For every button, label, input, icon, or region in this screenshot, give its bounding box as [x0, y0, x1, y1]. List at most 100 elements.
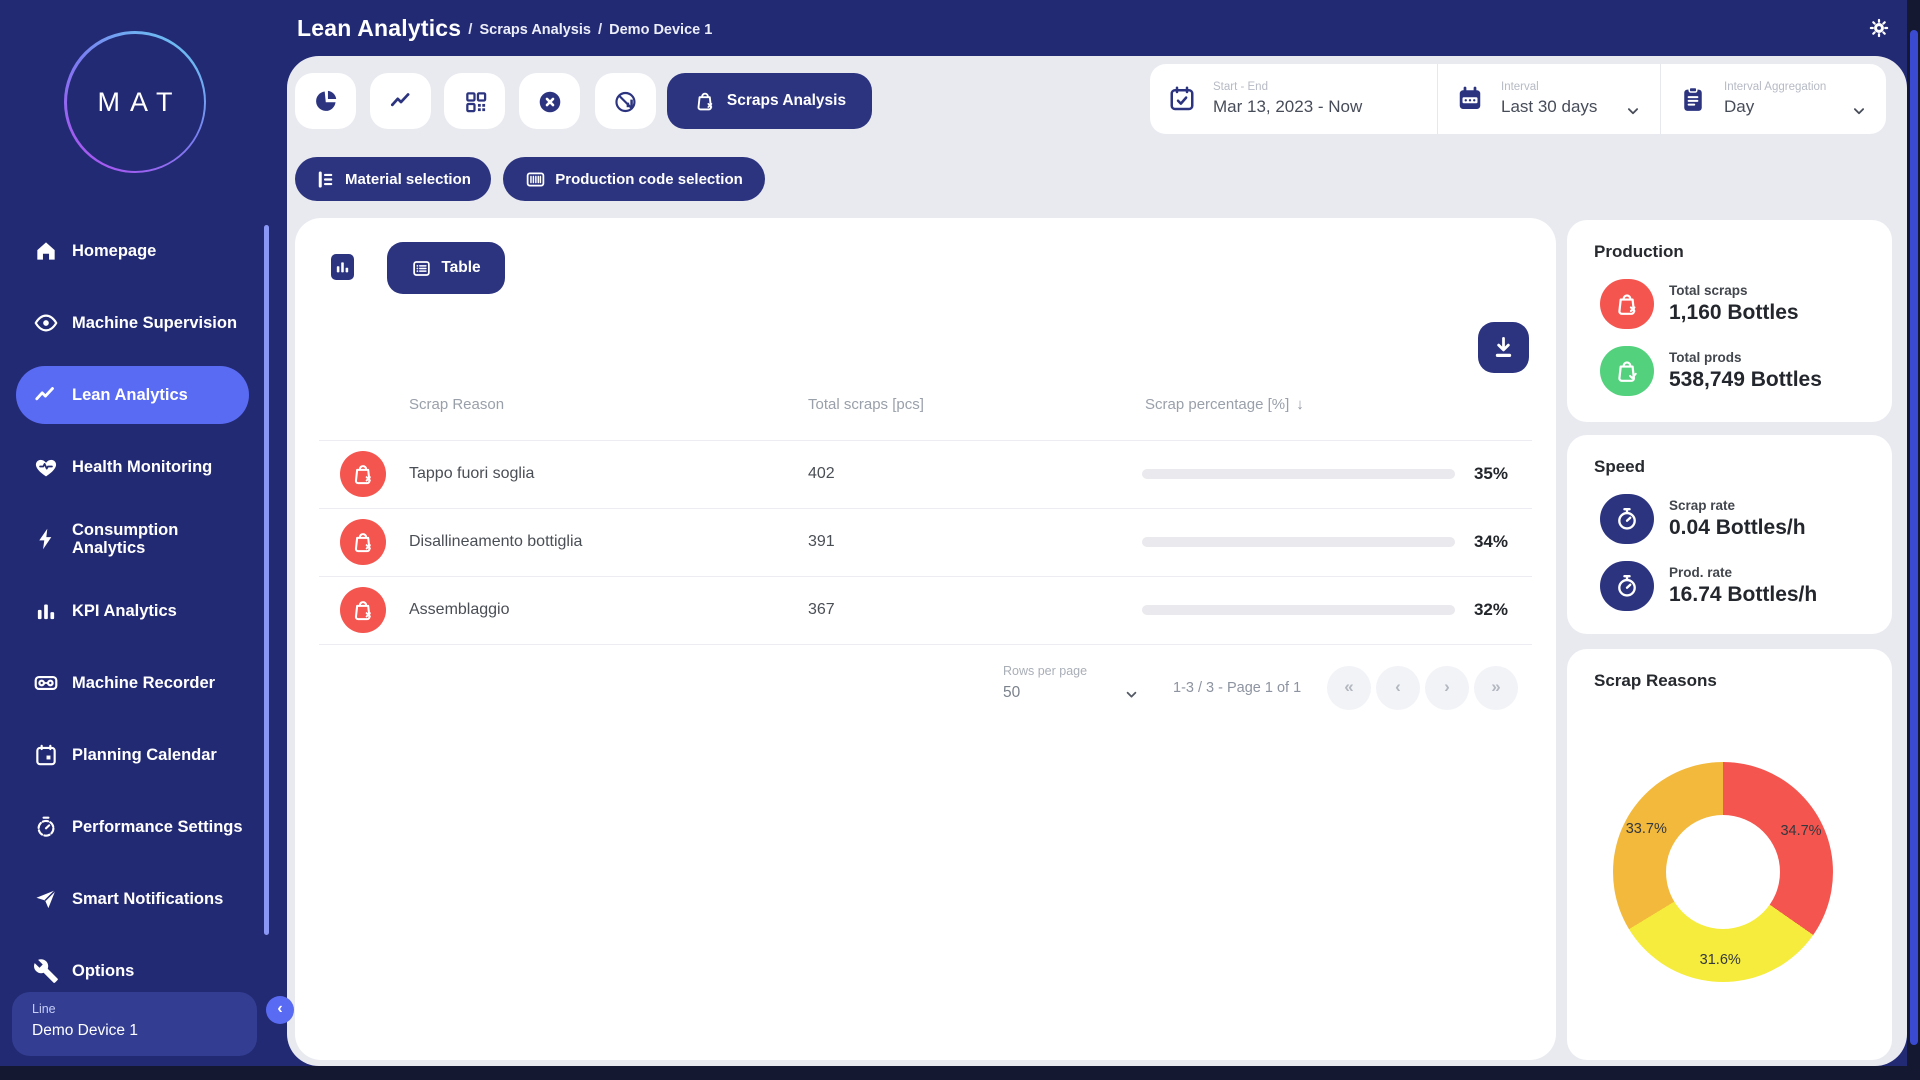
sidebar-item-label: Machine Recorder [72, 674, 244, 692]
table-view-label: Table [441, 259, 480, 277]
eye-icon [33, 310, 59, 336]
interval-control[interactable]: Interval Last 30 days [1437, 64, 1660, 134]
toolbar-tab-pie-chart[interactable] [295, 73, 356, 129]
breadcrumb-separator: / [598, 18, 602, 38]
date-range-control[interactable]: Start - End Mar 13, 2023 - Now [1150, 64, 1437, 134]
chart-view-toggle-button[interactable] [331, 254, 354, 280]
sidebar-item-label: Health Monitoring [72, 458, 244, 476]
sidebar-item-health-monitoring[interactable]: Health Monitoring [0, 431, 287, 503]
download-button[interactable] [1478, 322, 1529, 373]
x-circle-icon [537, 89, 562, 114]
gauge-icon [33, 814, 59, 840]
qr-grid-icon [463, 89, 487, 113]
production-code-selection-button[interactable]: Production code selection [503, 157, 765, 201]
stat-value: 1,160 Bottles [1669, 301, 1799, 325]
brand-logo-circle: MAT [67, 34, 204, 171]
double-chevron-right-icon: » [1491, 677, 1500, 697]
bag-x-icon [340, 451, 386, 497]
sidebar-item-consumption-analytics[interactable]: Consumption Analytics [0, 503, 287, 575]
clipboard-icon [1678, 84, 1708, 114]
calendar-check-icon [1167, 84, 1197, 114]
bag-x-icon [340, 519, 386, 565]
donut-label-0: 34.7% [1780, 823, 1821, 839]
material-selection-label: Material selection [345, 171, 471, 188]
table-row[interactable]: Tappo fuori soglia 402 35% [295, 440, 1556, 508]
toolbar-tab-no-data[interactable] [595, 73, 656, 129]
page-vertical-scrollbar-thumb[interactable] [1910, 30, 1918, 1045]
toolbar-tab-scraps-analysis[interactable]: Scraps Analysis [667, 73, 872, 129]
speed-panel-title: Speed [1594, 457, 1865, 477]
page-vertical-scrollbar[interactable] [1907, 0, 1920, 1080]
table-row[interactable]: Assemblaggio 367 32% [295, 576, 1556, 644]
sidebar-item-machine-recorder[interactable]: Machine Recorder [0, 647, 287, 719]
sidebar-item-smart-notifications[interactable]: Smart Notifications [0, 863, 287, 935]
trend-icon [388, 88, 414, 114]
cassette-icon [33, 670, 59, 696]
brand-logo: MAT [64, 31, 206, 173]
trend-icon [33, 382, 59, 408]
column-header-scrap-percentage[interactable]: Scrap percentage [%] ↓ [1145, 396, 1304, 413]
sidebar-item-label: Planning Calendar [72, 746, 244, 764]
pagination-next-button[interactable]: › [1425, 666, 1469, 710]
sidebar-item-lean-analytics[interactable]: Lean Analytics [0, 359, 287, 431]
sort-descending-icon[interactable]: ↓ [1296, 396, 1304, 413]
bag-check-icon [1600, 346, 1654, 396]
speed-panel: Speed Scrap rate 0.04 Bottles/h Prod. ra… [1567, 435, 1892, 634]
sidebar-item-label: Options [72, 962, 244, 980]
scrap-percentage-cell: 35% [1474, 464, 1508, 484]
sidebar-item-homepage[interactable]: Homepage [0, 215, 287, 287]
sidebar-item-label: Performance Settings [72, 818, 244, 836]
sidebar: MAT Homepage Machine Supervision [0, 0, 287, 1080]
donut-label-1: 31.6% [1700, 952, 1741, 968]
breadcrumb-scraps-analysis[interactable]: Scraps Analysis [479, 19, 591, 38]
pagination-last-button[interactable]: » [1474, 666, 1518, 710]
scrap-reasons-panel: Scrap Reasons 34.7% 31.6% 33.7% [1567, 649, 1892, 1060]
aggregation-value: Day [1724, 97, 1826, 117]
total-prods-stat: Total prods 538,749 Bottles [1600, 346, 1865, 396]
download-icon [1489, 333, 1518, 362]
aggregation-control[interactable]: Interval Aggregation Day [1660, 64, 1886, 134]
sidebar-nav: Homepage Machine Supervision Lean Analyt… [0, 215, 287, 1007]
chevron-right-icon: › [1444, 677, 1450, 697]
toolbar-tab-stops[interactable] [519, 73, 580, 129]
column-header-scrap-reason[interactable]: Scrap Reason [409, 396, 504, 413]
table-view-toggle-button[interactable]: Table [387, 242, 505, 294]
breadcrumb-demo-device[interactable]: Demo Device 1 [609, 19, 712, 38]
sidebar-item-planning-calendar[interactable]: Planning Calendar [0, 719, 287, 791]
chevron-down-icon [1123, 686, 1140, 703]
top-header: Lean Analytics / Scraps Analysis / Demo … [287, 0, 1907, 56]
rows-per-page-label: Rows per page [1003, 664, 1087, 678]
toolbar-tab-qr-grid[interactable] [444, 73, 505, 129]
chevron-down-icon [1624, 102, 1642, 120]
chevron-down-icon [1850, 102, 1868, 120]
toolbar-tab-trend[interactable] [370, 73, 431, 129]
bag-x-icon [693, 89, 717, 113]
pagination-prev-button[interactable]: ‹ [1376, 666, 1420, 710]
stat-label: Prod. rate [1669, 565, 1817, 580]
date-range-value: Mar 13, 2023 - Now [1213, 97, 1362, 117]
aggregation-label: Interval Aggregation [1724, 81, 1826, 93]
prod-rate-stat: Prod. rate 16.74 Bottles/h [1600, 561, 1865, 611]
stat-label: Total scraps [1669, 283, 1799, 298]
sidebar-scrollbar-thumb[interactable] [264, 225, 269, 935]
material-selection-button[interactable]: Material selection [295, 157, 491, 201]
sidebar-collapse-button[interactable]: ‹ [266, 996, 294, 1024]
table-row[interactable]: Disallineamento bottiglia 391 34% [295, 508, 1556, 576]
sidebar-item-label: Lean Analytics [72, 386, 244, 404]
scrap-reasons-panel-title: Scrap Reasons [1594, 671, 1865, 691]
rows-per-page-select[interactable]: 50 [1003, 684, 1143, 702]
sidebar-item-machine-supervision[interactable]: Machine Supervision [0, 287, 287, 359]
settings-gear-icon[interactable] [1868, 17, 1890, 39]
sidebar-item-performance-settings[interactable]: Performance Settings [0, 791, 287, 863]
pagination-first-button[interactable]: « [1327, 666, 1371, 710]
stat-value: 538,749 Bottles [1669, 368, 1822, 392]
sidebar-item-kpi-analytics[interactable]: KPI Analytics [0, 575, 287, 647]
mini-bar-chart-icon [334, 257, 351, 277]
chevron-left-icon: ‹ [277, 1000, 282, 1018]
page-horizontal-scrollbar[interactable] [0, 1066, 1920, 1080]
stat-value: 0.04 Bottles/h [1669, 516, 1806, 540]
device-selector-card[interactable]: Line Demo Device 1 [12, 992, 257, 1056]
sidebar-item-label: Smart Notifications [72, 890, 244, 908]
column-header-total-scraps[interactable]: Total scraps [pcs] [808, 396, 924, 413]
table-divider [319, 644, 1532, 645]
